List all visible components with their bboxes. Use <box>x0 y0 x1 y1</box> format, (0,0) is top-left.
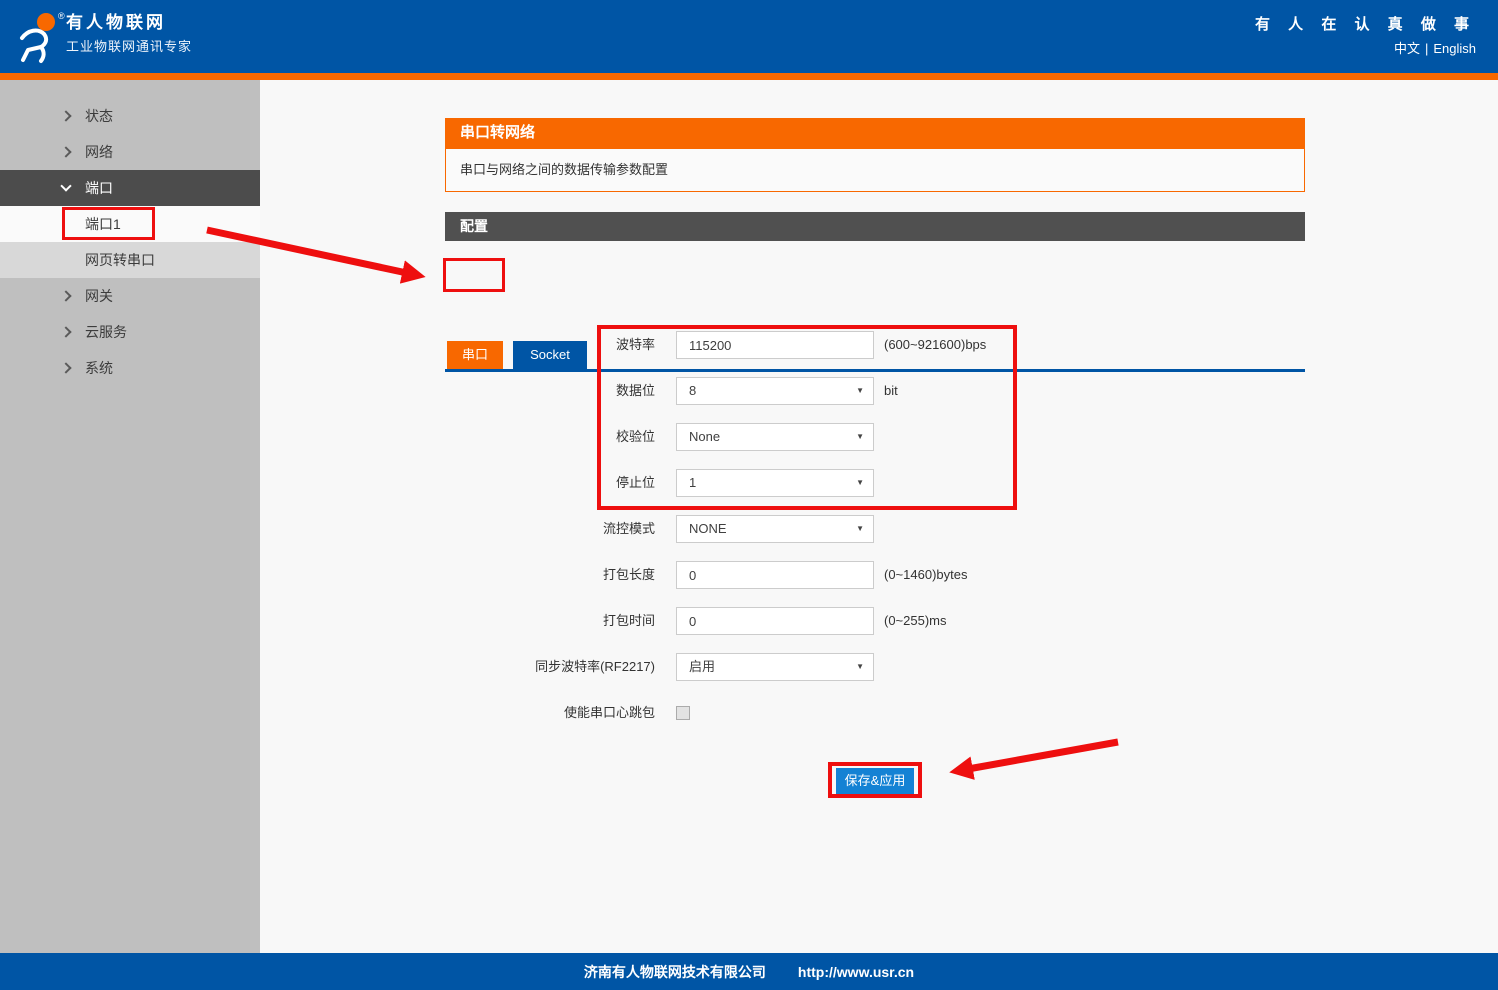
sidebar-item-status[interactable]: 状态 <box>0 98 260 134</box>
flowctrl-select[interactable]: NONE ▼ <box>676 515 874 543</box>
stopbits-label: 停止位 <box>615 475 655 490</box>
form-row-baud: 波特率 (600~921600)bps <box>445 331 1305 359</box>
chevron-down-icon <box>60 180 72 192</box>
parity-label: 校验位 <box>615 429 655 444</box>
lang-zh-link[interactable]: 中文 <box>1394 41 1420 56</box>
databits-select[interactable]: 8 ▼ <box>676 377 874 405</box>
dropdown-arrow-icon: ▼ <box>856 662 864 671</box>
packlen-input[interactable] <box>676 561 874 589</box>
chevron-right-icon <box>60 146 72 158</box>
chevron-right-icon <box>60 290 72 302</box>
app-header: ® 有人物联网 工业物联网通讯专家 有 人 在 认 真 做 事 中文 | Engli… <box>0 0 1498 73</box>
packtime-input[interactable] <box>676 607 874 635</box>
form-row-parity: 校验位 None ▼ <box>445 423 1305 451</box>
form-row-flowctrl: 流控模式 NONE ▼ <box>445 515 1305 543</box>
usr-logo-icon: ® <box>13 9 69 65</box>
tab-underline <box>445 369 1305 372</box>
form-row-databits: 数据位 8 ▼ bit <box>445 377 1305 405</box>
parity-select[interactable]: None ▼ <box>676 423 874 451</box>
sidebar-item-web-to-serial[interactable]: 网页转串口 <box>0 242 260 278</box>
dropdown-arrow-icon: ▼ <box>856 478 864 487</box>
form-row-packtime: 打包时间 (0~255)ms <box>445 607 1305 635</box>
packtime-hint: (0~255)ms <box>884 613 947 628</box>
footer-company: 济南有人物联网技术有限公司 <box>583 963 766 980</box>
brand-title: 有人物联网 <box>66 13 166 32</box>
dropdown-arrow-icon: ▼ <box>856 432 864 441</box>
sidebar-item-gateway[interactable]: 网关 <box>0 278 260 314</box>
main-content: 串口转网络 串口与网络之间的数据传输参数配置 配置 串口 Socket 波特率 … <box>260 80 1498 953</box>
sidebar-item-network[interactable]: 网络 <box>0 134 260 170</box>
packtime-label: 打包时间 <box>602 613 655 628</box>
packlen-hint: (0~1460)bytes <box>884 567 968 582</box>
config-section-title: 配置 <box>445 212 1305 241</box>
syncbaud-select[interactable]: 启用 ▼ <box>676 653 874 681</box>
footer-url-link[interactable]: http://www.usr.cn <box>798 964 914 980</box>
chevron-right-icon <box>60 326 72 338</box>
brand-slogan: 有 人 在 认 真 做 事 <box>1254 16 1476 33</box>
section-title: 串口转网络 <box>445 118 1305 148</box>
sidebar-item-cloud[interactable]: 云服务 <box>0 314 260 350</box>
flowctrl-label: 流控模式 <box>602 521 655 536</box>
header-accent-stripe <box>0 73 1498 80</box>
chevron-right-icon <box>60 110 72 122</box>
heartbeat-label: 使能串口心跳包 <box>563 705 655 720</box>
language-switcher: 中文 | English <box>1255 38 1476 60</box>
dropdown-arrow-icon: ▼ <box>856 524 864 533</box>
sidebar-nav: 状态 网络 端口 端口1 网页转串口 网关 云服务 系统 <box>0 80 260 953</box>
svg-text:®: ® <box>58 11 65 21</box>
baud-hint: (600~921600)bps <box>884 337 987 352</box>
brand-subtitle: 工业物联网通讯专家 <box>66 39 193 54</box>
lang-separator: | <box>1424 41 1429 56</box>
section-description: 串口与网络之间的数据传输参数配置 <box>445 148 1305 192</box>
sidebar-item-system[interactable]: 系统 <box>0 350 260 386</box>
sidebar-item-port[interactable]: 端口 <box>0 170 260 206</box>
packlen-label: 打包长度 <box>602 567 655 582</box>
databits-hint: bit <box>884 383 898 398</box>
form-row-stopbits: 停止位 1 ▼ <box>445 469 1305 497</box>
heartbeat-checkbox[interactable] <box>676 706 690 720</box>
lang-en-link[interactable]: English <box>1433 41 1476 56</box>
dropdown-arrow-icon: ▼ <box>856 386 864 395</box>
brand-block: 有人物联网 工业物联网通讯专家 <box>66 12 192 58</box>
save-apply-button[interactable]: 保存&应用 <box>836 768 914 794</box>
chevron-right-icon <box>60 362 72 374</box>
baud-input[interactable] <box>676 331 874 359</box>
form-row-heartbeat: 使能串口心跳包 <box>445 699 1305 727</box>
form-row-packlen: 打包长度 (0~1460)bytes <box>445 561 1305 589</box>
sidebar-item-port1[interactable]: 端口1 <box>0 206 260 242</box>
form-row-syncbaud: 同步波特率(RF2217) 启用 ▼ <box>445 653 1305 681</box>
page-footer: 济南有人物联网技术有限公司 http://www.usr.cn <box>0 953 1498 990</box>
stopbits-select[interactable]: 1 ▼ <box>676 469 874 497</box>
syncbaud-label: 同步波特率(RF2217) <box>535 659 655 674</box>
databits-label: 数据位 <box>615 383 655 398</box>
baud-label: 波特率 <box>615 337 655 352</box>
